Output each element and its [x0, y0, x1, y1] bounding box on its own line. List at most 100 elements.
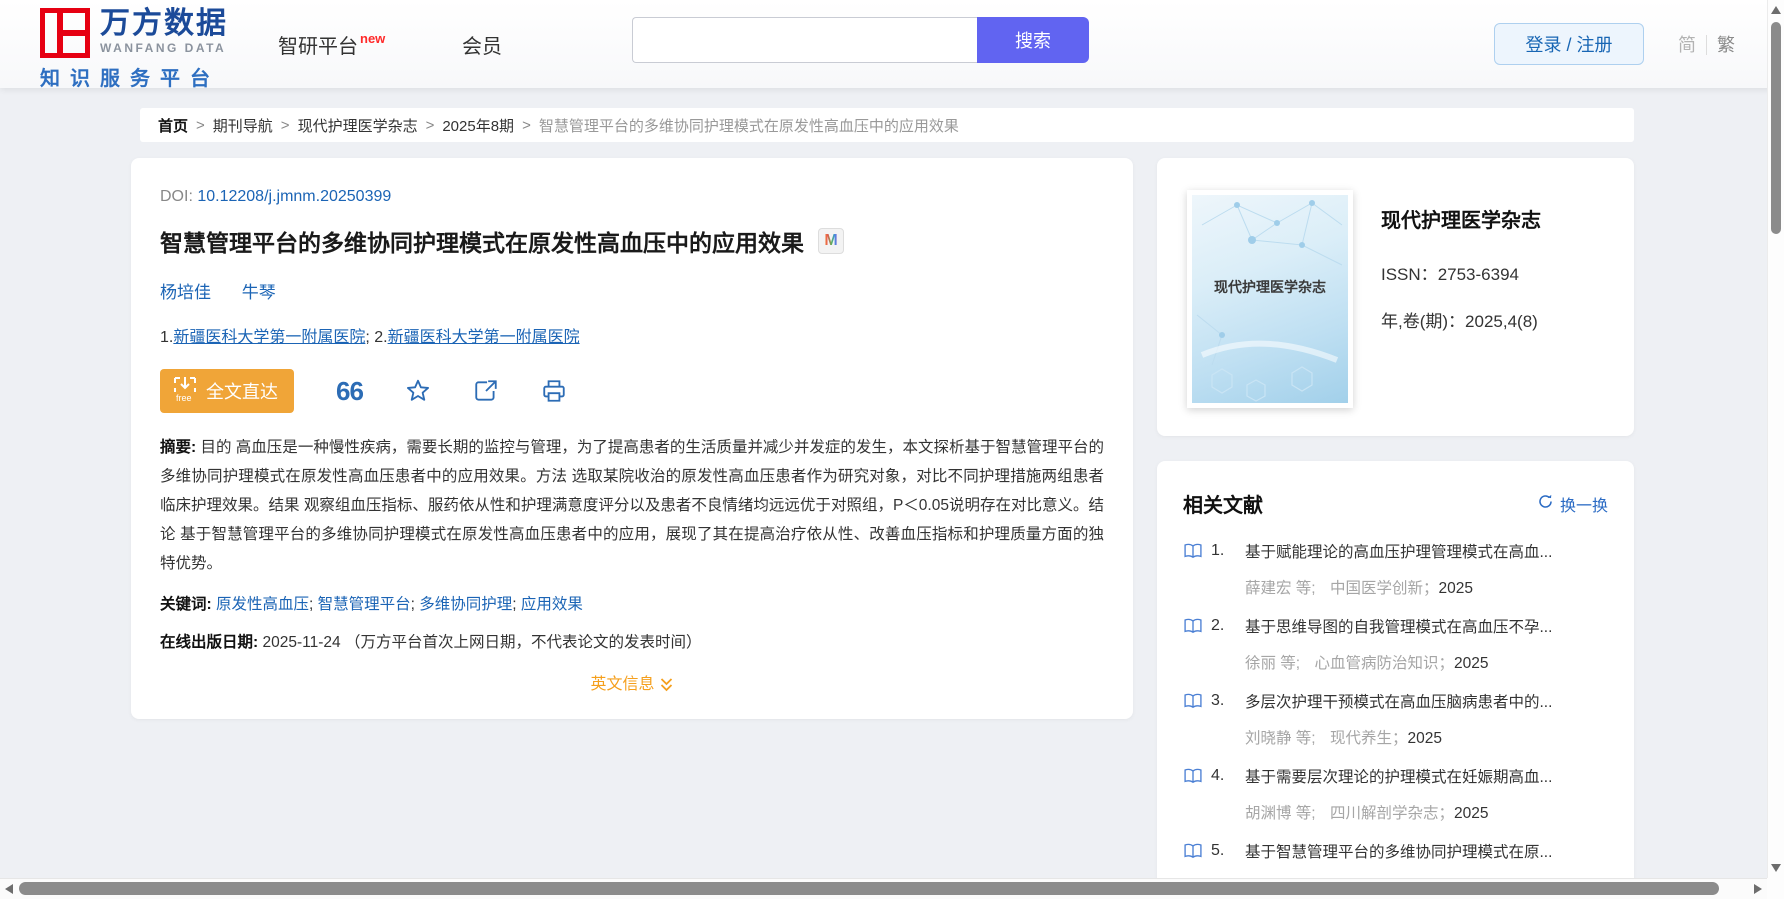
related-item-year: 2025 [1453, 805, 1489, 822]
breadcrumb-issue[interactable]: 2025年8期 [442, 115, 514, 136]
doi-label: DOI: [160, 188, 193, 205]
related-item-number: 3. [1211, 692, 1225, 709]
fulltext-button[interactable]: free 全文直达 [160, 369, 294, 413]
doi-line: DOI: 10.12208/j.jmnm.20250399 [160, 188, 1104, 206]
affiliation-number: 1. [160, 329, 174, 346]
affiliation-separator: ; [365, 329, 375, 346]
login-register-button[interactable]: 登录 / 注册 [1494, 23, 1644, 65]
breadcrumb-separator: > [522, 116, 531, 134]
related-article-item: 4. 基于需要层次理论的护理模式在妊娠期高血... 胡渊博 等; 四川解剖学杂志… [1183, 765, 1608, 823]
favorite-star-icon[interactable] [405, 378, 431, 404]
scroll-left-arrow[interactable] [5, 884, 13, 894]
free-download-icon: free [172, 375, 206, 408]
breadcrumb-separator: > [196, 116, 205, 134]
related-article-item: 5. 基于智慧管理平台的多维协同护理模式在原... [1183, 840, 1608, 862]
related-item-title[interactable]: 基于赋能理论的高血压护理管理模式在高血... [1245, 540, 1552, 562]
cite-icon[interactable]: 66 [336, 378, 364, 404]
related-item-journal[interactable]: 四川解剖学杂志 [1330, 805, 1439, 822]
nav-zhiyan-platform[interactable]: 智研平台 new [278, 30, 386, 59]
keyword-link[interactable]: 多维协同护理 [419, 596, 512, 613]
article-detail-card: DOI: 10.12208/j.jmnm.20250399 智慧管理平台的多维协… [131, 158, 1133, 719]
affiliation-link[interactable]: 新疆医科大学第一附属医院 [173, 329, 365, 346]
breadcrumb-home[interactable]: 首页 [158, 115, 188, 136]
related-item-authors[interactable]: 徐丽 等; [1245, 655, 1300, 672]
related-item-year: 2025 [1407, 730, 1442, 747]
related-item-year: 2025 [1453, 655, 1489, 672]
related-item-journal[interactable]: 心血管病防治知识 [1314, 655, 1438, 672]
keyword-link[interactable]: 应用效果 [521, 596, 583, 613]
related-item-authors[interactable]: 刘晓静 等; [1245, 730, 1316, 747]
m-metrics-icon[interactable]: M [818, 228, 844, 254]
related-article-item: 3. 多层次护理干预模式在高血压脑病患者中的... 刘晓静 等; 现代养生；20… [1183, 690, 1608, 748]
horizontal-scrollbar[interactable] [0, 878, 1784, 899]
share-export-icon[interactable] [473, 378, 499, 404]
nav-member[interactable]: 会员 [462, 30, 502, 59]
scrollbar-corner [1767, 878, 1784, 899]
online-date-label: 在线出版日期: [160, 634, 259, 651]
related-item-number: 5. [1211, 842, 1225, 859]
related-item-journal[interactable]: 中国医学创新 [1330, 580, 1423, 597]
english-info-toggle[interactable]: 英文信息 [160, 670, 1104, 694]
vertical-scrollbar[interactable] [1767, 0, 1784, 878]
breadcrumb-separator: > [425, 116, 435, 134]
lang-traditional[interactable]: 繁 [1707, 35, 1735, 55]
book-icon [1183, 542, 1203, 560]
abstract: 摘要: 目的 高血压是一种慢性疾病，需要长期的监控与管理，为了提高患者的生活质量… [160, 433, 1104, 578]
print-icon[interactable] [541, 378, 567, 404]
online-date-note: （万方平台首次上网日期，不代表论文的发表时间） [344, 634, 702, 651]
search-input[interactable] [632, 17, 977, 63]
breadcrumb: 首页 > 期刊导航 > 现代护理医学杂志 > 2025年8期 > 智慧管理平台的… [140, 108, 1634, 142]
related-article-item: 1. 基于赋能理论的高血压护理管理模式在高血... 薛建宏 等; 中国医学创新；… [1183, 540, 1608, 598]
related-item-number: 1. [1211, 542, 1225, 559]
journal-issn: ISSN：2753-6394 [1381, 265, 1519, 284]
breadcrumb-separator: > [280, 116, 290, 134]
language-switch: 简繁 [1678, 31, 1735, 57]
keywords-row: 关键词: 原发性高血压; 智慧管理平台; 多维协同护理; 应用效果 [160, 596, 583, 613]
related-article-item: 2. 基于思维导图的自我管理模式在高血压不孕... 徐丽 等; 心血管病防治知识… [1183, 615, 1608, 673]
scroll-right-arrow[interactable] [1754, 884, 1762, 894]
breadcrumb-journal[interactable]: 现代护理医学杂志 [298, 115, 418, 136]
book-icon [1183, 692, 1203, 710]
author-list: 杨培佳 牛琴 [160, 278, 1104, 303]
related-item-year: 2025 [1438, 580, 1473, 597]
related-item-title[interactable]: 基于思维导图的自我管理模式在高血压不孕... [1245, 615, 1552, 637]
doi-link[interactable]: 10.12208/j.jmnm.20250399 [197, 188, 391, 205]
online-publish-date-row: 在线出版日期: 2025-11-24 （万方平台首次上网日期，不代表论文的发表时… [160, 630, 1104, 652]
related-item-title[interactable]: 多层次护理干预模式在高血压脑病患者中的... [1245, 690, 1552, 712]
related-item-number: 4. [1211, 767, 1225, 784]
lang-simplified[interactable]: 简 [1678, 35, 1707, 55]
vertical-scrollbar-thumb[interactable] [1771, 22, 1781, 234]
keyword-link[interactable]: 原发性高血压 [216, 596, 309, 613]
brand-name-en: WANFANG DATA [100, 41, 227, 55]
affiliation-list: 1.新疆医科大学第一附属医院; 2.新疆医科大学第一附属医院 [160, 323, 1104, 347]
breadcrumb-journal-nav[interactable]: 期刊导航 [213, 115, 273, 136]
author-link[interactable]: 牛琴 [242, 283, 276, 302]
book-icon [1183, 842, 1203, 860]
new-badge: new [360, 31, 386, 46]
related-item-title[interactable]: 基于智慧管理平台的多维协同护理模式在原... [1245, 840, 1552, 862]
affiliation-link[interactable]: 新疆医科大学第一附属医院 [388, 329, 580, 346]
horizontal-scrollbar-thumb[interactable] [19, 882, 1719, 895]
brand-tagline: 知识服务平台 [40, 68, 220, 90]
article-title-row: 智慧管理平台的多维协同护理模式在原发性高血压中的应用效果 M [160, 224, 1104, 258]
wanfang-logo[interactable]: 万方数据 WANFANG DATA 知识服务平台 [39, 7, 228, 91]
scroll-up-arrow[interactable] [1771, 6, 1781, 14]
journal-volume-issue: 年,卷(期)：2025,4(8) [1381, 312, 1538, 331]
related-articles-title: 相关文献 [1183, 495, 1263, 517]
scroll-down-arrow[interactable] [1771, 864, 1781, 872]
keyword-link[interactable]: 智慧管理平台 [318, 596, 411, 613]
refresh-related-button[interactable]: 换一换 [1537, 492, 1608, 516]
journal-name[interactable]: 现代护理医学杂志 [1381, 204, 1541, 233]
related-item-authors[interactable]: 薛建宏 等; [1245, 580, 1316, 597]
top-header: 万方数据 WANFANG DATA 知识服务平台 智研平台 new 会员 搜索 登… [0, 0, 1784, 91]
related-item-title[interactable]: 基于需要层次理论的护理模式在妊娠期高血... [1245, 765, 1552, 787]
related-item-authors[interactable]: 胡渊博 等; [1245, 805, 1316, 822]
book-icon [1183, 767, 1203, 785]
breadcrumb-current: 智慧管理平台的多维协同护理模式在原发性高血压中的应用效果 [538, 117, 959, 135]
search-button[interactable]: 搜索 [977, 17, 1089, 63]
abstract-text: 目的 高血压是一种慢性疾病，需要长期的监控与管理，为了提高患者的生活质量并减少并… [160, 439, 1104, 572]
journal-cover[interactable]: 现代护理医学杂志 [1187, 190, 1353, 408]
author-link[interactable]: 杨培佳 [160, 283, 211, 302]
related-item-journal[interactable]: 现代养生 [1330, 730, 1392, 747]
book-icon [1183, 617, 1203, 635]
